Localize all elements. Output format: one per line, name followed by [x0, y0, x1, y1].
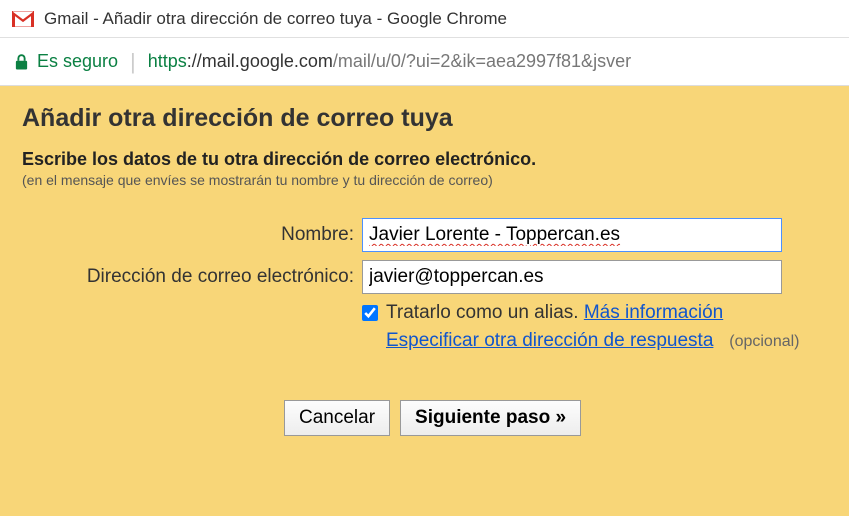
more-info-link[interactable]: Más información [584, 302, 723, 324]
secure-label: Es seguro [37, 51, 118, 72]
next-button[interactable]: Siguiente paso » [400, 400, 581, 436]
name-input[interactable] [362, 218, 782, 252]
alias-row: Tratarlo como un alias. Más información [22, 302, 827, 324]
dialog-content: Añadir otra dirección de correo tuya Esc… [0, 86, 849, 516]
url-path: /mail/u/0/?ui=2&ik=aea2997f81&jsver [333, 51, 631, 71]
cancel-button[interactable]: Cancelar [284, 400, 390, 436]
window-title: Gmail - Añadir otra dirección de correo … [44, 9, 507, 29]
button-row: Cancelar Siguiente paso » [22, 400, 827, 436]
separator: | [130, 49, 136, 75]
window-titlebar: Gmail - Añadir otra dirección de correo … [0, 0, 849, 38]
address-bar[interactable]: Es seguro | https://mail.google.com/mail… [0, 38, 849, 86]
email-row: Dirección de correo electrónico: [22, 260, 827, 294]
alias-label: Tratarlo como un alias. [386, 302, 579, 324]
name-row: Nombre: [22, 218, 827, 252]
page-subtitle: Escribe los datos de tu otra dirección d… [22, 149, 827, 170]
reply-to-row: Especificar otra dirección de respuesta … [22, 330, 827, 352]
page-note: (en el mensaje que envíes se mostrarán t… [22, 172, 827, 188]
url-text: https://mail.google.com/mail/u/0/?ui=2&i… [148, 51, 631, 72]
email-input[interactable] [362, 260, 782, 294]
lock-icon [14, 53, 29, 71]
name-label: Nombre: [22, 224, 362, 246]
page-title: Añadir otra dirección de correo tuya [22, 104, 827, 133]
url-host: ://mail.google.com [187, 51, 333, 71]
gmail-icon [12, 11, 34, 27]
reply-to-link[interactable]: Especificar otra dirección de respuesta [386, 330, 713, 351]
optional-label: (opcional) [729, 333, 799, 350]
alias-checkbox[interactable] [362, 305, 378, 321]
email-label: Dirección de correo electrónico: [22, 266, 362, 288]
url-scheme: https [148, 51, 187, 71]
